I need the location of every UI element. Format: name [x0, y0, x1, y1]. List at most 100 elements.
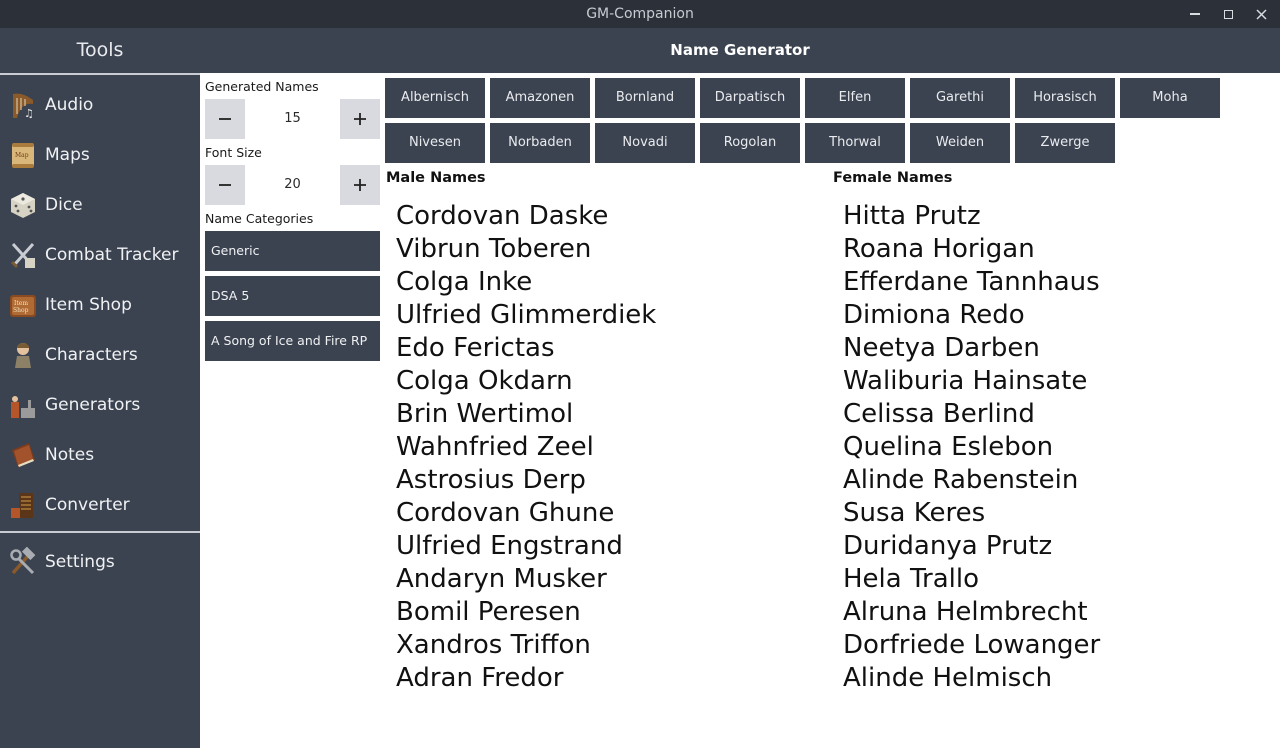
svg-text:Map: Map: [15, 152, 29, 159]
generated-names-increment-button[interactable]: [340, 99, 380, 139]
female-name: Hitta Prutz: [843, 201, 981, 231]
category-button-dsa5[interactable]: DSA 5: [205, 276, 380, 316]
region-button[interactable]: Rogolan: [700, 123, 800, 163]
header-bar: Tools Name Generator: [0, 28, 1280, 73]
maximize-icon: [1223, 9, 1233, 19]
female-name: Waliburia Hainsate: [843, 366, 1088, 396]
name-categories-label: Name Categories: [205, 211, 314, 226]
female-name: Alinde Rabenstein: [843, 465, 1079, 495]
notebook-icon: [8, 439, 38, 471]
close-button[interactable]: [1246, 0, 1276, 28]
map-scroll-icon: Map: [8, 139, 38, 171]
minimize-icon: [1190, 13, 1200, 15]
hammer-wrench-icon: [8, 546, 38, 578]
minimize-button[interactable]: [1180, 0, 1210, 28]
category-button-asoiaf[interactable]: A Song of Ice and Fire RP: [205, 321, 380, 361]
female-name: Dorfriede Lowanger: [843, 630, 1101, 660]
generators-icon: [8, 389, 38, 421]
sidebar-item-label: Generators: [45, 395, 141, 415]
male-name: Cordovan Daske: [396, 201, 609, 231]
font-size-increment-button[interactable]: [340, 165, 380, 205]
female-name: Roana Horigan: [843, 234, 1035, 264]
font-size-spinbox: 20: [205, 165, 380, 205]
sidebar-item-label: Converter: [45, 495, 130, 515]
sidebar-item-label: Combat Tracker: [45, 245, 179, 265]
converter-icon: [8, 489, 38, 521]
generated-names-value[interactable]: 15: [245, 99, 340, 139]
sidebar-item-notes[interactable]: Notes: [0, 430, 200, 480]
sidebar-divider: [0, 531, 200, 533]
window-title: GM-Companion: [586, 6, 694, 22]
sidebar-item-combat-tracker[interactable]: Combat Tracker: [0, 230, 200, 280]
sidebar-item-audio[interactable]: ♫ Audio: [0, 80, 200, 130]
sidebar-item-maps[interactable]: Map Maps: [0, 130, 200, 180]
female-name: Susa Keres: [843, 498, 986, 528]
sidebar: ♫ Audio Map Maps Dice Combat Tracker Ite…: [0, 73, 200, 748]
female-name: Duridanya Prutz: [843, 531, 1053, 561]
sidebar-item-converter[interactable]: Converter: [0, 480, 200, 530]
plus-icon: [354, 113, 366, 125]
plus-icon: [354, 179, 366, 191]
male-name: Colga Inke: [396, 267, 533, 297]
sidebar-item-label: Audio: [45, 95, 94, 115]
minus-icon: [219, 184, 231, 186]
font-size-value[interactable]: 20: [245, 165, 340, 205]
female-name: Efferdane Tannhaus: [843, 267, 1100, 297]
dice-icon: [8, 189, 38, 221]
region-button[interactable]: Moha: [1120, 78, 1220, 118]
category-button-generic[interactable]: Generic: [205, 231, 380, 271]
region-button[interactable]: Zwerge: [1015, 123, 1115, 163]
female-name: Dimiona Redo: [843, 300, 1025, 330]
region-button[interactable]: Norbaden: [490, 123, 590, 163]
male-name: Ulfried Engstrand: [396, 531, 623, 561]
male-name: Cordovan Ghune: [396, 498, 615, 528]
male-name: Andaryn Musker: [396, 564, 607, 594]
male-name: Edo Ferictas: [396, 333, 555, 363]
sidebar-item-dice[interactable]: Dice: [0, 180, 200, 230]
male-name: Bomil Peresen: [396, 597, 581, 627]
sidebar-item-characters[interactable]: Characters: [0, 330, 200, 380]
svg-text:♫: ♫: [24, 107, 34, 120]
sidebar-item-item-shop[interactable]: Item Shop Item Shop: [0, 280, 200, 330]
region-button[interactable]: Albernisch: [385, 78, 485, 118]
male-name: Xandros Triffon: [396, 630, 591, 660]
item-shop-sign-icon: Item Shop: [8, 289, 38, 321]
generated-names-spinbox: 15: [205, 99, 380, 139]
region-button[interactable]: Darpatisch: [700, 78, 800, 118]
font-size-decrement-button[interactable]: [205, 165, 245, 205]
female-name: Alruna Helmbrecht: [843, 597, 1088, 627]
region-button[interactable]: Nivesen: [385, 123, 485, 163]
male-name: Astrosius Derp: [396, 465, 586, 495]
sidebar-item-label: Notes: [45, 445, 95, 465]
sidebar-item-settings[interactable]: Settings: [0, 537, 200, 587]
region-button[interactable]: Novadi: [595, 123, 695, 163]
female-name: Quelina Eslebon: [843, 432, 1054, 462]
region-button[interactable]: Garethi: [910, 78, 1010, 118]
region-button[interactable]: Elfen: [805, 78, 905, 118]
male-name: Adran Fredor: [396, 663, 564, 693]
window-titlebar: GM-Companion: [0, 0, 1280, 28]
generated-names-decrement-button[interactable]: [205, 99, 245, 139]
sidebar-item-label: Dice: [45, 195, 83, 215]
region-button[interactable]: Horasisch: [1015, 78, 1115, 118]
female-name: Hela Trallo: [843, 564, 980, 594]
generated-names-label: Generated Names: [205, 79, 319, 94]
region-button[interactable]: Amazonen: [490, 78, 590, 118]
page-title: Name Generator: [670, 41, 810, 59]
close-icon: [1255, 8, 1267, 20]
sidebar-item-generators[interactable]: Generators: [0, 380, 200, 430]
male-name: Brin Wertimol: [396, 399, 574, 429]
tools-title: Tools: [76, 39, 124, 61]
region-button[interactable]: Weiden: [910, 123, 1010, 163]
sidebar-item-label: Item Shop: [45, 295, 132, 315]
sidebar-item-label: Characters: [45, 345, 138, 365]
female-names-heading: Female Names: [833, 170, 953, 186]
sidebar-item-label: Maps: [45, 145, 90, 165]
female-name: Neetya Darben: [843, 333, 1040, 363]
region-button[interactable]: Thorwal: [805, 123, 905, 163]
minus-icon: [219, 118, 231, 120]
maximize-button[interactable]: [1213, 0, 1243, 28]
male-name: Wahnfried Zeel: [396, 432, 594, 462]
svg-text:Shop: Shop: [13, 307, 29, 314]
region-button[interactable]: Bornland: [595, 78, 695, 118]
